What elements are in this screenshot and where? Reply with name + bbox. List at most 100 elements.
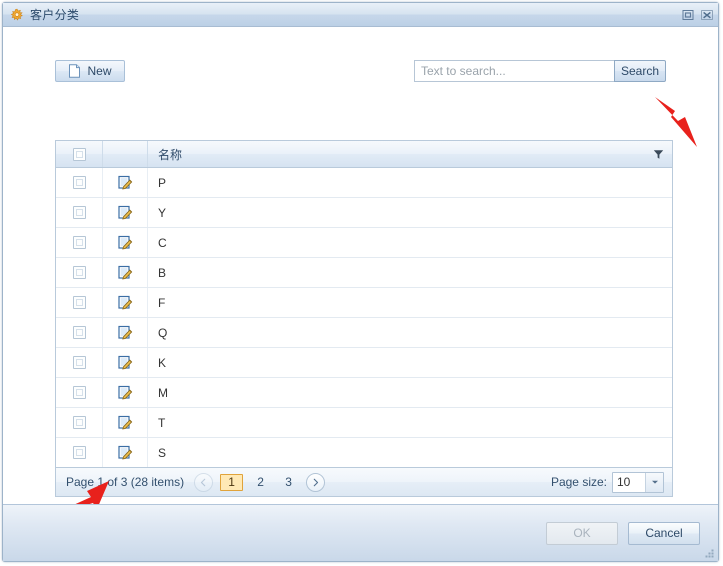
title-bar: 客户分类: [3, 3, 718, 27]
row-edit-cell: [103, 348, 148, 377]
filter-icon[interactable]: [653, 149, 664, 160]
search-area: Search: [413, 60, 666, 82]
row-select-cell: [56, 288, 103, 317]
row-checkbox[interactable]: [72, 236, 86, 249]
row-edit-cell: [103, 378, 148, 407]
search-input[interactable]: [413, 60, 614, 82]
window-title: 客户分类: [30, 8, 80, 22]
page-size-select[interactable]: 10: [612, 471, 664, 493]
table-row[interactable]: S: [56, 438, 672, 467]
row-select-cell: [56, 168, 103, 197]
edit-icon[interactable]: [117, 415, 133, 430]
new-button-label: New: [87, 64, 112, 78]
row-edit-cell: [103, 408, 148, 437]
cell-name: K: [158, 355, 167, 370]
pager-info: Page 1 of 3 (28 items): [66, 475, 185, 489]
table-row[interactable]: P: [56, 168, 672, 198]
table-row[interactable]: M: [56, 378, 672, 408]
ok-button[interactable]: OK: [546, 521, 618, 545]
edit-icon[interactable]: [117, 175, 133, 190]
toolbar: New Search: [55, 60, 666, 84]
row-checkbox[interactable]: [72, 416, 86, 429]
row-select-cell: [56, 408, 103, 437]
row-edit-cell: [103, 168, 148, 197]
cell-name: F: [158, 295, 166, 310]
row-checkbox[interactable]: [72, 296, 86, 309]
row-checkbox[interactable]: [72, 176, 86, 189]
edit-icon[interactable]: [117, 235, 133, 250]
row-edit-cell: [103, 288, 148, 317]
cell-name: P: [158, 175, 167, 190]
search-button[interactable]: Search: [613, 60, 666, 82]
chevron-down-icon[interactable]: [645, 472, 663, 492]
select-all-checkbox[interactable]: [72, 147, 86, 161]
dialog-footer: OK Cancel: [3, 504, 718, 561]
page-button-1[interactable]: 1: [220, 473, 244, 491]
table-row[interactable]: Y: [56, 198, 672, 228]
table-row[interactable]: K: [56, 348, 672, 378]
row-checkbox[interactable]: [72, 326, 86, 339]
pager-right: Page size: 10: [550, 471, 664, 493]
row-checkbox[interactable]: [72, 356, 86, 369]
row-select-cell: [56, 348, 103, 377]
gear-icon: [10, 8, 24, 22]
row-checkbox[interactable]: [72, 386, 86, 399]
page-size-label: Page size:: [550, 475, 607, 489]
resize-grip[interactable]: [703, 547, 715, 559]
row-checkbox[interactable]: [72, 266, 86, 279]
cell-name: S: [158, 445, 167, 460]
header-name-cell[interactable]: 名称: [148, 141, 672, 167]
row-edit-cell: [103, 258, 148, 287]
column-header-name: 名称: [158, 147, 183, 162]
edit-icon[interactable]: [117, 355, 133, 370]
row-select-cell: [56, 318, 103, 347]
table-row[interactable]: F: [56, 288, 672, 318]
edit-icon[interactable]: [117, 205, 133, 220]
grid-body: P Y C B F Q K M T S: [56, 168, 672, 467]
edit-icon[interactable]: [117, 265, 133, 280]
cell-name: C: [158, 235, 167, 250]
search-button-label: Search: [620, 64, 659, 78]
row-edit-cell: [103, 438, 148, 467]
cell-name: B: [158, 265, 167, 280]
cell-name: Q: [158, 325, 168, 340]
cancel-button-label: Cancel: [645, 526, 683, 540]
row-checkbox[interactable]: [72, 206, 86, 219]
new-page-icon: [68, 64, 81, 78]
cell-name: T: [158, 415, 166, 430]
edit-icon[interactable]: [117, 385, 133, 400]
table-row[interactable]: C: [56, 228, 672, 258]
page-button-3[interactable]: 3: [278, 474, 299, 491]
grid-header-row: 名称: [56, 141, 672, 168]
edit-icon[interactable]: [117, 445, 133, 460]
table-row[interactable]: B: [56, 258, 672, 288]
row-edit-cell: [103, 198, 148, 227]
page-button-2[interactable]: 2: [250, 474, 271, 491]
pager: Page 1 of 3 (28 items) 1 2 3 Page size: …: [56, 467, 672, 496]
maximize-icon[interactable]: [681, 8, 695, 21]
row-edit-cell: [103, 228, 148, 257]
row-select-cell: [56, 378, 103, 407]
header-edit-cell: [103, 141, 148, 167]
close-icon[interactable]: [700, 8, 714, 21]
dialog-body: New Search 名称: [3, 27, 718, 517]
page-size-value: 10: [617, 475, 631, 489]
edit-icon[interactable]: [117, 325, 133, 340]
row-checkbox[interactable]: [72, 446, 86, 459]
cancel-button[interactable]: Cancel: [628, 521, 700, 545]
pager-left: Page 1 of 3 (28 items) 1 2 3: [66, 472, 326, 492]
row-select-cell: [56, 228, 103, 257]
row-select-cell: [56, 258, 103, 287]
new-button[interactable]: New: [55, 60, 125, 82]
next-page-button[interactable]: [306, 472, 326, 492]
table-row[interactable]: Q: [56, 318, 672, 348]
cell-name: M: [158, 385, 168, 400]
edit-icon[interactable]: [117, 295, 133, 310]
title-bar-buttons: [681, 8, 714, 21]
cell-name: Y: [158, 205, 167, 220]
row-select-cell: [56, 198, 103, 227]
prev-page-button[interactable]: [194, 472, 214, 492]
data-grid: 名称 P Y C B F Q K M T S Page 1 of 3 (28 i…: [55, 140, 673, 497]
ok-button-label: OK: [573, 526, 591, 540]
table-row[interactable]: T: [56, 408, 672, 438]
